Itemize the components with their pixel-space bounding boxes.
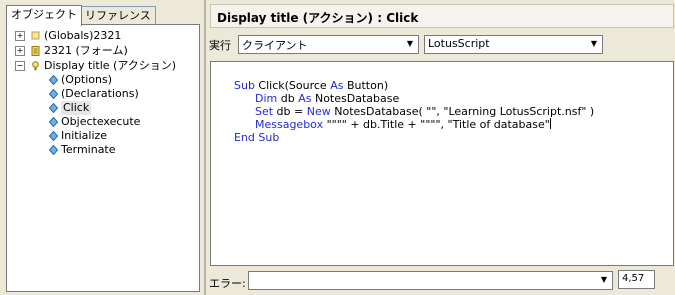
event-icon [49, 131, 58, 141]
tree-item-click[interactable]: Click [7, 101, 197, 115]
tree-item-label: (Globals)2321 [44, 29, 122, 42]
page-title: Display title (アクション) : Click [217, 11, 419, 25]
error-label: エラー: [209, 277, 246, 290]
language-select-value: LotusScript [428, 37, 490, 50]
tree-item-label: Click [61, 101, 92, 115]
event-icon [49, 103, 58, 113]
language-select[interactable]: LotusScript ▼ [424, 35, 603, 54]
tree-item-globals[interactable]: + (Globals)2321 [7, 29, 197, 43]
collapse-icon[interactable]: − [15, 61, 25, 71]
cursor-position: 4,57 [622, 273, 645, 284]
tree-item-options[interactable]: (Options) [7, 73, 197, 87]
event-icon [49, 145, 58, 155]
tree-item-label: Terminate [61, 143, 116, 156]
chevron-down-icon[interactable]: ▼ [598, 274, 610, 286]
tree-item-label: 2321 (フォーム) [44, 44, 128, 57]
object-tree: + (Globals)2321 + 2321 (フォーム) − Display … [6, 24, 200, 292]
event-icon [49, 75, 58, 85]
tree-item-label: Display title (アクション) [44, 59, 177, 72]
tree-item-label: Objectexecute [61, 115, 141, 128]
globals-icon [31, 31, 40, 40]
code-line: Set db = New NotesDatabase( "", "Learnin… [234, 92, 594, 118]
tree-item-label: Initialize [61, 129, 108, 142]
run-label: 実行 [209, 39, 231, 52]
tree-item-form[interactable]: + 2321 (フォーム) [7, 44, 197, 58]
code-line: Messagebox """" + db.Title + """", "Titl… [234, 105, 551, 131]
tree-item-initialize[interactable]: Initialize [7, 129, 197, 143]
tree-item-objectexecute[interactable]: Objectexecute [7, 115, 197, 129]
script-editor[interactable]: Sub Click(Source As Button) Dim db As No… [210, 61, 674, 266]
chevron-down-icon[interactable]: ▼ [588, 38, 600, 50]
event-icon [49, 89, 58, 99]
cursor-position-box: 4,57 [618, 270, 655, 289]
left-pane: オブジェクト リファレンス + (Globals)2321 + 2321 (フォ… [0, 0, 204, 295]
chevron-down-icon[interactable]: ▼ [404, 38, 416, 50]
tree-item-terminate[interactable]: Terminate [7, 143, 197, 157]
tab-objects[interactable]: オブジェクト [6, 5, 82, 26]
tree-item-label: (Declarations) [61, 87, 139, 100]
code-line: Sub Click(Source As Button) [213, 66, 388, 92]
run-select-value: クライアント [242, 39, 308, 52]
code-line: End Sub [213, 118, 279, 144]
tab-reference[interactable]: リファレンス [80, 6, 156, 25]
expand-icon[interactable]: + [15, 31, 25, 41]
tree-item-declarations[interactable]: (Declarations) [7, 87, 197, 101]
code-line: Dim db As NotesDatabase [234, 79, 399, 105]
action-icon [32, 61, 39, 71]
event-icon [49, 117, 58, 127]
text-cursor [549, 118, 551, 129]
expand-icon[interactable]: + [15, 46, 25, 56]
tree-item-action[interactable]: − Display title (アクション) [7, 59, 197, 73]
form-icon [31, 46, 40, 56]
run-select[interactable]: クライアント ▼ [238, 35, 419, 54]
right-pane: Display title (アクション) : Click 実行 クライアント … [206, 0, 675, 295]
error-select[interactable]: ▼ [248, 271, 613, 290]
tree-item-label: (Options) [61, 73, 113, 86]
script-title-bar: Display title (アクション) : Click [210, 4, 674, 28]
code-token: """" + db.Title + """", "Title of databa… [326, 118, 550, 131]
keyword-token: End Sub [233, 131, 280, 144]
